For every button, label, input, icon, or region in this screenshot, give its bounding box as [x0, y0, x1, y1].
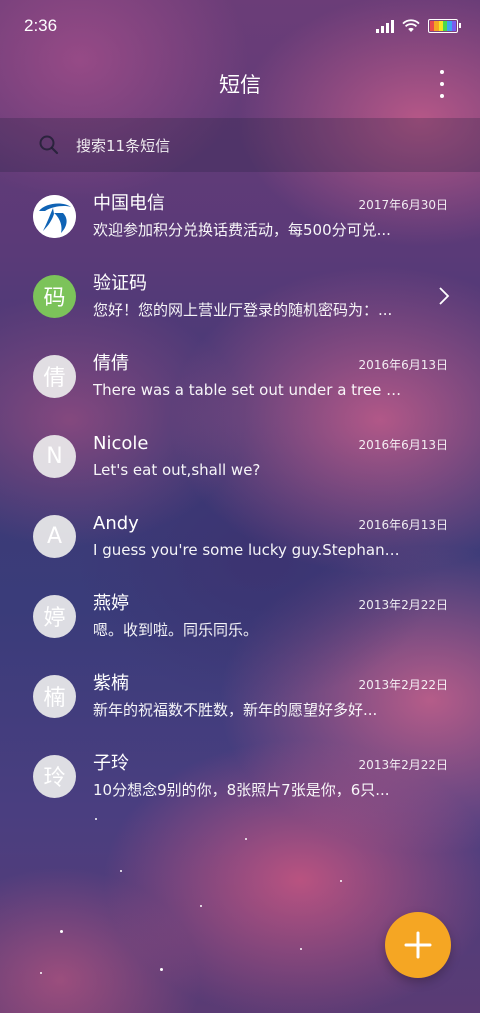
message-date: 2016年6月13日	[358, 517, 448, 532]
chevron-right-icon[interactable]	[438, 286, 450, 306]
telecom-logo-avatar	[33, 194, 76, 238]
battery-icon	[428, 19, 461, 33]
message-preview: Let's eat out,shall we?	[93, 460, 261, 479]
search-bar[interactable]: 搜索11条短信	[0, 118, 480, 172]
page-title: 短信	[219, 73, 261, 97]
message-date: 2016年6月13日	[358, 437, 448, 452]
wifi-icon	[402, 19, 420, 32]
message-preview: I guess you're some lucky guy.Stephani..…	[93, 540, 403, 559]
app-bar: 短信	[0, 52, 480, 116]
contact-name: 验证码	[93, 272, 147, 294]
signal-icon	[376, 19, 394, 33]
message-preview: 欢迎参加积分兑换话费活动，每500分可兑...	[93, 220, 391, 239]
more-vertical-icon[interactable]	[436, 70, 448, 98]
telecom-logo-icon	[33, 194, 76, 238]
message-date: 2013年2月22日	[358, 677, 448, 692]
message-date: 2013年2月22日	[358, 597, 448, 612]
status-icons	[376, 19, 461, 33]
avatar: N	[33, 434, 76, 478]
message-date: 2016年6月13日	[358, 357, 448, 372]
compose-button[interactable]	[385, 912, 451, 978]
status-bar: 2:36	[0, 0, 480, 52]
conversation-row[interactable]: 码 验证码 您好！您的网上营业厅登录的随机密码为：...	[0, 256, 480, 336]
status-time: 2:36	[24, 16, 58, 35]
avatar: 倩	[33, 354, 76, 398]
conversation-row[interactable]: 楠 紫楠 新年的祝福数不胜数，新年的愿望好多好... 2013年2月22日	[0, 656, 480, 736]
conversation-row[interactable]: N Nicole Let's eat out,shall we? 2016年6月…	[0, 416, 480, 496]
avatar: 楠	[33, 674, 76, 718]
message-date: 2017年6月30日	[358, 197, 448, 212]
plus-icon	[404, 931, 432, 959]
message-preview: There was a table set out under a tree i…	[93, 380, 403, 399]
avatar: A	[33, 514, 76, 558]
avatar: 码	[33, 274, 76, 318]
message-preview: 您好！您的网上营业厅登录的随机密码为：...	[93, 300, 393, 319]
avatar: 婷	[33, 594, 76, 638]
conversation-row[interactable]: 婷 燕婷 嗯。收到啦。同乐同乐。 2013年2月22日	[0, 576, 480, 656]
message-preview: 10分想念9别的你，8张照片7张是你，6只...	[93, 780, 390, 799]
message-date: 2013年2月22日	[358, 757, 448, 772]
search-input[interactable]: 搜索11条短信	[76, 135, 170, 156]
conversation-row[interactable]: 倩 倩倩 There was a table set out under a t…	[0, 336, 480, 416]
avatar: 玲	[33, 754, 76, 798]
conversation-list: 中国电信 欢迎参加积分兑换话费活动，每500分可兑... 2017年6月30日 …	[0, 176, 480, 816]
moon-icon	[64, 834, 82, 859]
message-preview: 新年的祝福数不胜数，新年的愿望好多好...	[93, 700, 378, 719]
conversation-row[interactable]: 玲 子玲 10分想念9别的你，8张照片7张是你，6只... 2013年2月22日	[0, 736, 480, 816]
conversation-row[interactable]: 中国电信 欢迎参加积分兑换话费活动，每500分可兑... 2017年6月30日	[0, 176, 480, 256]
search-icon	[39, 135, 59, 155]
message-preview: 嗯。收到啦。同乐同乐。	[93, 620, 259, 639]
conversation-row[interactable]: A Andy I guess you're some lucky guy.Ste…	[0, 496, 480, 576]
